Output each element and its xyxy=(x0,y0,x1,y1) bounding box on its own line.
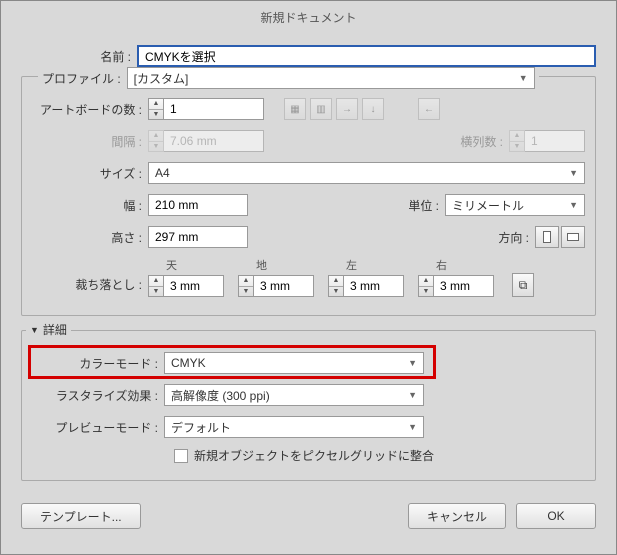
advanced-fieldset: ▼ 詳細 カラーモード : CMYK ▼ ラスタライズ効果 : 高解像度 (30… xyxy=(21,330,596,481)
grid-col-icon: ▥ xyxy=(310,98,332,120)
units-value: ミリメートル xyxy=(452,197,524,214)
bleed-top-stepper[interactable]: ▲▼ xyxy=(148,275,164,297)
colormode-value: CMYK xyxy=(171,356,206,370)
profile-select[interactable]: [カスタム] ▼ xyxy=(127,67,535,89)
width-label: 幅 : xyxy=(32,197,148,214)
arrow-right-icon: → xyxy=(336,98,358,120)
columns-field: ▲▼ xyxy=(509,130,585,152)
preview-label: プレビューモード : xyxy=(32,419,164,436)
bleed-top-field[interactable]: ▲▼ xyxy=(148,275,224,297)
name-input[interactable] xyxy=(137,45,596,67)
profile-value: [カスタム] xyxy=(134,70,189,87)
arrow-down-icon: ↓ xyxy=(362,98,384,120)
advanced-label: 詳細 xyxy=(43,321,67,338)
spacing-label: 間隔 : xyxy=(32,133,148,150)
height-input[interactable] xyxy=(148,226,248,248)
pixelgrid-label: 新規オブジェクトをピクセルグリッドに整合 xyxy=(194,447,434,464)
artboards-stepper[interactable]: ▲▼ xyxy=(148,98,164,120)
grid-row-icon: ▦ xyxy=(284,98,306,120)
bleed-bottom-stepper[interactable]: ▲▼ xyxy=(238,275,254,297)
spacing-stepper: ▲▼ xyxy=(148,130,164,152)
preview-value: デフォルト xyxy=(171,419,231,436)
bleed-left-input[interactable] xyxy=(344,275,404,297)
template-button[interactable]: テンプレート... xyxy=(21,503,141,529)
preview-select[interactable]: デフォルト ▼ xyxy=(164,416,424,438)
units-label: 単位 : xyxy=(408,197,445,214)
bleed-right-field[interactable]: ▲▼ xyxy=(418,275,494,297)
colormode-label: カラーモード : xyxy=(32,355,164,372)
link-icon: ⧉ xyxy=(519,278,528,293)
width-input[interactable] xyxy=(148,194,248,216)
arrange-icons: ▦ ▥ → ↓ xyxy=(284,98,384,120)
columns-stepper: ▲▼ xyxy=(509,130,525,152)
profile-label: プロファイル : xyxy=(42,70,127,87)
spacing-input xyxy=(164,130,264,152)
raster-select[interactable]: 高解像度 (300 ppi) ▼ xyxy=(164,384,424,406)
orientation-label: 方向 : xyxy=(498,229,535,246)
chevron-down-icon: ▼ xyxy=(519,73,528,83)
chevron-down-icon: ▼ xyxy=(569,168,578,178)
bleed-left-label: 左 xyxy=(328,257,404,273)
bleed-top-input[interactable] xyxy=(164,275,224,297)
name-label: 名前 : xyxy=(21,48,137,65)
bleed-right-input[interactable] xyxy=(434,275,494,297)
raster-label: ラスタライズ効果 : xyxy=(32,387,164,404)
arrow-left-icon: ← xyxy=(418,98,440,120)
columns-input xyxy=(525,130,585,152)
chevron-down-icon: ▼ xyxy=(408,390,417,400)
bleed-right-stepper[interactable]: ▲▼ xyxy=(418,275,434,297)
size-value: A4 xyxy=(155,166,170,180)
bleed-bottom-label: 地 xyxy=(238,257,314,273)
size-label: サイズ : xyxy=(32,165,148,182)
artboards-field[interactable]: ▲▼ xyxy=(148,98,264,120)
artboards-input[interactable] xyxy=(164,98,264,120)
orientation-landscape[interactable] xyxy=(561,226,585,248)
bleed-label: 裁ち落とし : xyxy=(32,276,148,297)
bleed-bottom-input[interactable] xyxy=(254,275,314,297)
units-select[interactable]: ミリメートル ▼ xyxy=(445,194,585,216)
main-fieldset: プロファイル : [カスタム] ▼ アートボードの数 : ▲▼ ▦ ▥ → ↓ … xyxy=(21,76,596,316)
size-select[interactable]: A4 ▼ xyxy=(148,162,585,184)
bleed-left-stepper[interactable]: ▲▼ xyxy=(328,275,344,297)
columns-label: 横列数 : xyxy=(460,133,509,150)
bleed-left-field[interactable]: ▲▼ xyxy=(328,275,404,297)
orientation-portrait[interactable] xyxy=(535,226,559,248)
ok-button[interactable]: OK xyxy=(516,503,596,529)
spacing-field: ▲▼ xyxy=(148,130,264,152)
chevron-down-icon: ▼ xyxy=(408,422,417,432)
cancel-button[interactable]: キャンセル xyxy=(408,503,506,529)
colormode-select[interactable]: CMYK ▼ xyxy=(164,352,424,374)
disclosure-triangle-icon[interactable]: ▼ xyxy=(30,325,39,335)
bleed-bottom-field[interactable]: ▲▼ xyxy=(238,275,314,297)
pixelgrid-checkbox[interactable] xyxy=(174,449,188,463)
link-bleed-button[interactable]: ⧉ xyxy=(512,273,534,297)
chevron-down-icon: ▼ xyxy=(408,358,417,368)
bleed-top-label: 天 xyxy=(148,257,224,273)
height-label: 高さ : xyxy=(32,229,148,246)
dialog-title: 新規ドキュメント xyxy=(1,1,616,34)
arrange-icons-2: ← xyxy=(418,98,440,120)
raster-value: 高解像度 (300 ppi) xyxy=(171,387,270,404)
chevron-down-icon: ▼ xyxy=(569,200,578,210)
bleed-right-label: 右 xyxy=(418,257,494,273)
artboards-label: アートボードの数 : xyxy=(32,101,148,118)
